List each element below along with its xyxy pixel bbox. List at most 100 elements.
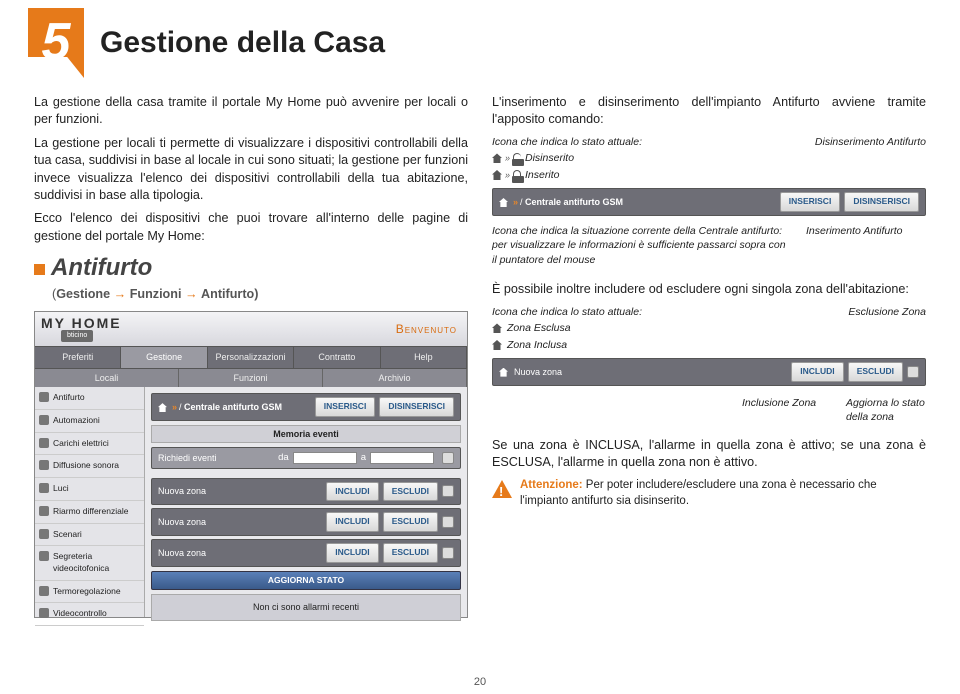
crumbs-label: Centrale antifurto GSM <box>184 402 282 412</box>
sidebar-item[interactable]: Diffusione sonora <box>35 455 144 478</box>
menu-contratto[interactable]: Contratto <box>294 347 380 367</box>
zone-label: Nuova zona <box>514 366 787 378</box>
submenu-funzioni[interactable]: Funzioni <box>179 369 323 387</box>
portal-main: »/ Centrale antifurto GSM INSERISCI DISI… <box>145 387 467 617</box>
menu-preferiti[interactable]: Preferiti <box>35 347 121 367</box>
zona-inclusa-text: Zona Inclusa <box>507 338 567 352</box>
portal-sidebar: Antifurto Automazioni Carichi elettrici … <box>35 387 145 617</box>
date-to-input[interactable] <box>370 452 434 464</box>
arrow-icon: → <box>185 287 198 301</box>
crumbs-label: Centrale antifurto GSM <box>525 197 623 207</box>
zone-strip-example: Nuova zona INCLUDI ESCLUDI <box>492 358 926 386</box>
disinserimento-label: Disinserimento Antifurto <box>815 135 926 149</box>
chapter-number: 5 <box>28 8 84 78</box>
includi-button[interactable]: INCLUDI <box>326 482 378 502</box>
portal-sublogo: bticino <box>61 330 93 342</box>
refresh-icon[interactable] <box>442 547 454 559</box>
situazione-callout: Icona che indica la situazione corrente … <box>492 224 788 267</box>
menu-personalizzazioni[interactable]: Personalizzazioni <box>208 347 294 367</box>
sidebar-item[interactable]: Scenari <box>35 524 144 547</box>
disinserisci-button[interactable]: DISINSERISCI <box>379 397 454 417</box>
house-icon <box>492 170 502 180</box>
escludi-button[interactable]: ESCLUDI <box>383 512 438 532</box>
breadcrumb-strip: »/ Centrale antifurto GSM INSERISCI DISI… <box>151 393 461 421</box>
disinserito-legend: » Disinserito <box>492 151 926 165</box>
aggiorna-stato-button[interactable]: AGGIORNA STATO <box>151 571 461 591</box>
menu-help[interactable]: Help <box>381 347 467 367</box>
paragraph: Ecco l'elenco dei dispositivi che puoi t… <box>34 210 468 245</box>
antifurto-title: Antifurto <box>51 254 152 281</box>
chapter-title: Gestione della Casa <box>100 26 385 60</box>
house-icon <box>499 368 508 377</box>
richiedi-label: Richiedi eventi <box>158 452 278 464</box>
escludi-button[interactable]: ESCLUDI <box>848 362 903 382</box>
state-icon-label: Icona che indica lo stato attuale: <box>492 305 642 319</box>
inclusione-label: Inclusione Zona <box>742 396 822 425</box>
zone-icon <box>492 340 502 350</box>
left-column: La gestione della casa tramite il portal… <box>34 94 468 618</box>
paragraph: Se una zona è INCLUSA, l'allarme in quel… <box>492 437 926 472</box>
warning-icon <box>492 480 512 498</box>
lock-icon <box>513 170 521 179</box>
page-number: 20 <box>474 676 486 688</box>
breadcrumb: (Gestione → Funzioni → Antifurto) <box>52 286 468 303</box>
house-icon <box>492 153 502 163</box>
includi-button[interactable]: INCLUDI <box>326 543 378 563</box>
inserisci-button[interactable]: INSERISCI <box>315 397 376 417</box>
escludi-button[interactable]: ESCLUDI <box>383 543 438 563</box>
bc-funzioni: Funzioni <box>130 287 182 301</box>
zone-label: Nuova zona <box>158 516 322 528</box>
includi-button[interactable]: INCLUDI <box>791 362 843 382</box>
zone-row: Nuova zona INCLUDI ESCLUDI <box>151 478 461 506</box>
a-label: a <box>361 451 366 464</box>
zone-label: Nuova zona <box>158 547 322 559</box>
sidebar-item[interactable]: Segreteria videocitofonica <box>35 546 144 580</box>
paragraph: L'inserimento e disinserimento dell'impi… <box>492 94 926 129</box>
sidebar-item[interactable]: Videocontrollo <box>35 603 144 626</box>
date-from-input[interactable] <box>293 452 357 464</box>
inserisci-button[interactable]: INSERISCI <box>780 192 841 212</box>
sidebar-item[interactable]: Riarmo differenziale <box>35 501 144 524</box>
unlock-icon <box>513 153 521 162</box>
portal-menubar: Preferiti Gestione Personalizzazioni Con… <box>35 346 467 368</box>
zone-icon <box>492 323 502 333</box>
refresh-icon[interactable] <box>442 452 454 464</box>
section-antifurto-heading: Antifurto <box>34 251 468 284</box>
aggiorna-label: Aggiorna lo stato della zona <box>846 396 926 425</box>
refresh-icon[interactable] <box>907 366 919 378</box>
bc-antifurto: Antifurto) <box>201 287 258 301</box>
no-alarm-status: Non ci sono allarmi recenti <box>151 594 461 620</box>
sidebar-item[interactable]: Automazioni <box>35 410 144 433</box>
inserimento-label: Inserimento Antifurto <box>806 224 926 267</box>
bullet-square-icon <box>34 264 45 275</box>
paragraph: La gestione della casa tramite il portal… <box>34 94 468 129</box>
inserito-text: Inserito <box>525 168 559 182</box>
disinserisci-button[interactable]: DISINSERISCI <box>844 192 919 212</box>
sidebar-item[interactable]: Luci <box>35 478 144 501</box>
paragraph: La gestione per locali ti permette di vi… <box>34 135 468 205</box>
portal-screenshot: MY HOME bticino Benvenuto Preferiti Gest… <box>34 311 468 618</box>
inserito-legend: » Inserito <box>492 168 926 182</box>
sidebar-item[interactable]: Carichi elettrici <box>35 433 144 456</box>
sidebar-item[interactable]: Termoregolazione <box>35 581 144 604</box>
memoria-eventi-label: Memoria eventi <box>151 425 461 443</box>
refresh-icon[interactable] <box>442 516 454 528</box>
central-strip-example: »/ Centrale antifurto GSM INSERISCI DISI… <box>492 188 926 216</box>
portal-submenu: Locali Funzioni Archivio <box>35 369 467 387</box>
refresh-icon[interactable] <box>442 485 454 497</box>
escludi-button[interactable]: ESCLUDI <box>383 482 438 502</box>
includi-button[interactable]: INCLUDI <box>326 512 378 532</box>
right-column: L'inserimento e disinserimento dell'impi… <box>492 94 926 618</box>
warning-lead: Attenzione: <box>520 479 583 491</box>
sidebar-item[interactable]: Antifurto <box>35 387 144 410</box>
zona-esclusa-text: Zona Esclusa <box>507 321 571 335</box>
bc-gestione: Gestione <box>56 287 110 301</box>
submenu-locali[interactable]: Locali <box>35 369 179 387</box>
arrow-icon: → <box>114 287 127 301</box>
house-icon <box>158 403 167 412</box>
zone-row: Nuova zona INCLUDI ESCLUDI <box>151 508 461 536</box>
submenu-archivio[interactable]: Archivio <box>323 369 467 387</box>
portal-welcome: Benvenuto <box>396 321 457 338</box>
paragraph: È possibile inoltre includere od esclude… <box>492 281 926 298</box>
menu-gestione[interactable]: Gestione <box>121 347 207 367</box>
